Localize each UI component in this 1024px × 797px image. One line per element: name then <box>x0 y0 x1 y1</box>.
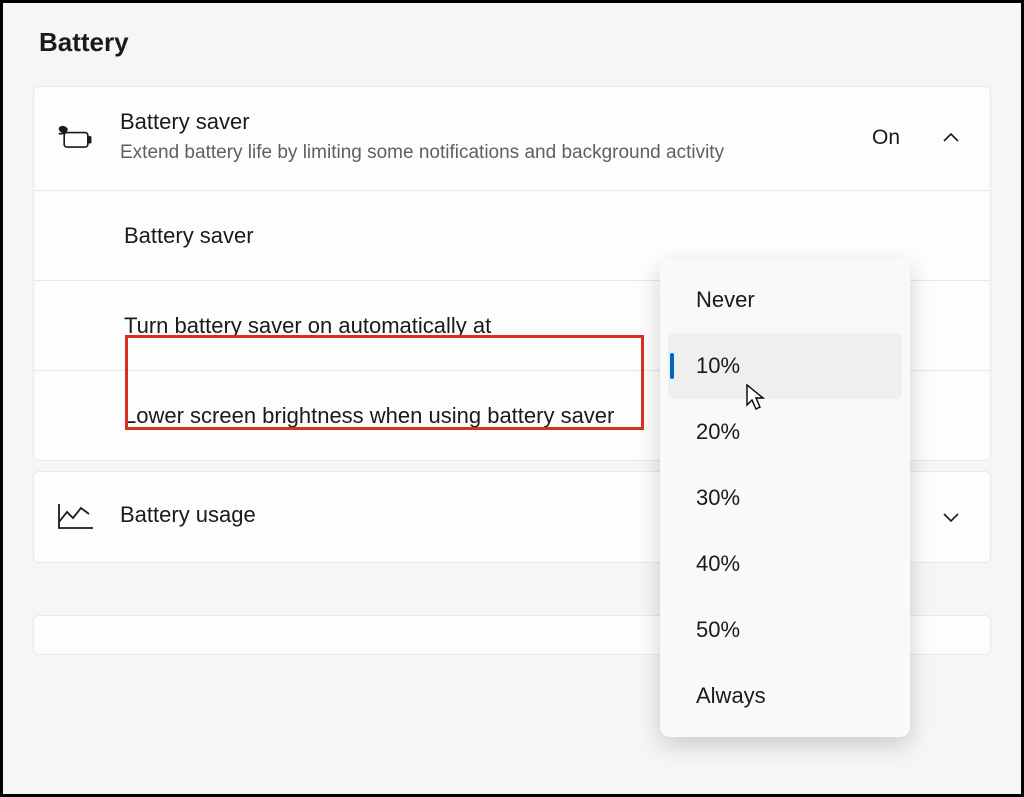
dropdown-option-always[interactable]: Always <box>668 663 902 729</box>
battery-saver-header[interactable]: Battery saver Extend battery life by lim… <box>34 87 990 190</box>
leaf-battery-icon <box>56 124 96 152</box>
battery-saver-title: Battery saver <box>120 109 848 135</box>
dropdown-option-30[interactable]: 30% <box>668 465 902 531</box>
cursor-icon <box>745 383 767 416</box>
threshold-dropdown: Never 10% 20% 30% 40% 50% Always <box>660 259 910 737</box>
brightness-label: Lower screen brightness when using batte… <box>124 399 624 432</box>
chevron-up-icon[interactable] <box>940 127 962 149</box>
battery-saver-toggle-label: Battery saver <box>124 219 624 252</box>
page-title: Battery <box>39 27 991 58</box>
dropdown-option-10[interactable]: 10% <box>668 333 902 399</box>
dropdown-option-20[interactable]: 20% <box>668 399 902 465</box>
dropdown-option-50[interactable]: 50% <box>668 597 902 663</box>
chevron-down-icon[interactable] <box>940 506 962 528</box>
auto-on-label: Turn battery saver on automatically at <box>124 309 624 342</box>
dropdown-option-never[interactable]: Never <box>668 267 902 333</box>
chart-icon <box>56 502 96 532</box>
dropdown-option-40[interactable]: 40% <box>668 531 902 597</box>
battery-saver-description: Extend battery life by limiting some not… <box>120 139 848 168</box>
battery-saver-status: On <box>872 126 900 150</box>
